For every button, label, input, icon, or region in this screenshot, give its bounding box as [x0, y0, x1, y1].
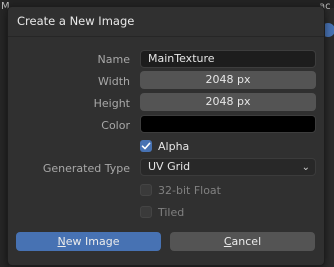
cancel-button[interactable]: Cancel [170, 232, 315, 251]
name-input[interactable]: MainTexture [140, 50, 316, 68]
new-image-button[interactable]: New Image [16, 232, 161, 251]
new-image-button-accelerator: N [57, 235, 66, 248]
width-label: Width [98, 75, 130, 88]
checkmark-icon [141, 142, 151, 150]
generated-type-select[interactable]: UV Grid ⌄ [140, 158, 316, 176]
float32-label: 32-bit Float [158, 183, 221, 197]
alpha-checkbox[interactable] [140, 140, 152, 152]
generated-type-value: UV Grid [148, 160, 191, 173]
float32-checkbox-row[interactable]: 32-bit Float [140, 183, 221, 197]
color-label: Color [101, 119, 130, 132]
cancel-button-accelerator: C [223, 235, 232, 248]
tiled-label: Tiled [158, 205, 185, 219]
cancel-button-label: ancel [231, 235, 262, 248]
float32-checkbox[interactable] [140, 184, 152, 196]
generated-type-label: Generated Type [42, 162, 130, 175]
alpha-checkbox-row[interactable]: Alpha [140, 139, 189, 153]
chevron-down-icon: ⌄ [301, 162, 310, 173]
tiled-checkbox-row[interactable]: Tiled [140, 205, 184, 219]
height-field[interactable]: 2048 px [140, 93, 316, 111]
name-label: Name [97, 53, 130, 66]
tiled-checkbox[interactable] [140, 206, 152, 218]
alpha-label: Alpha [158, 139, 190, 153]
width-field[interactable]: 2048 px [140, 71, 316, 89]
height-label: Height [93, 97, 130, 110]
dialog-title: Create a New Image [17, 14, 135, 28]
color-swatch[interactable] [140, 115, 316, 133]
new-image-button-label: ew Image [65, 235, 120, 248]
title-divider [8, 36, 324, 37]
create-image-dialog: Create a New Image Name MainTexture Widt… [7, 6, 325, 266]
